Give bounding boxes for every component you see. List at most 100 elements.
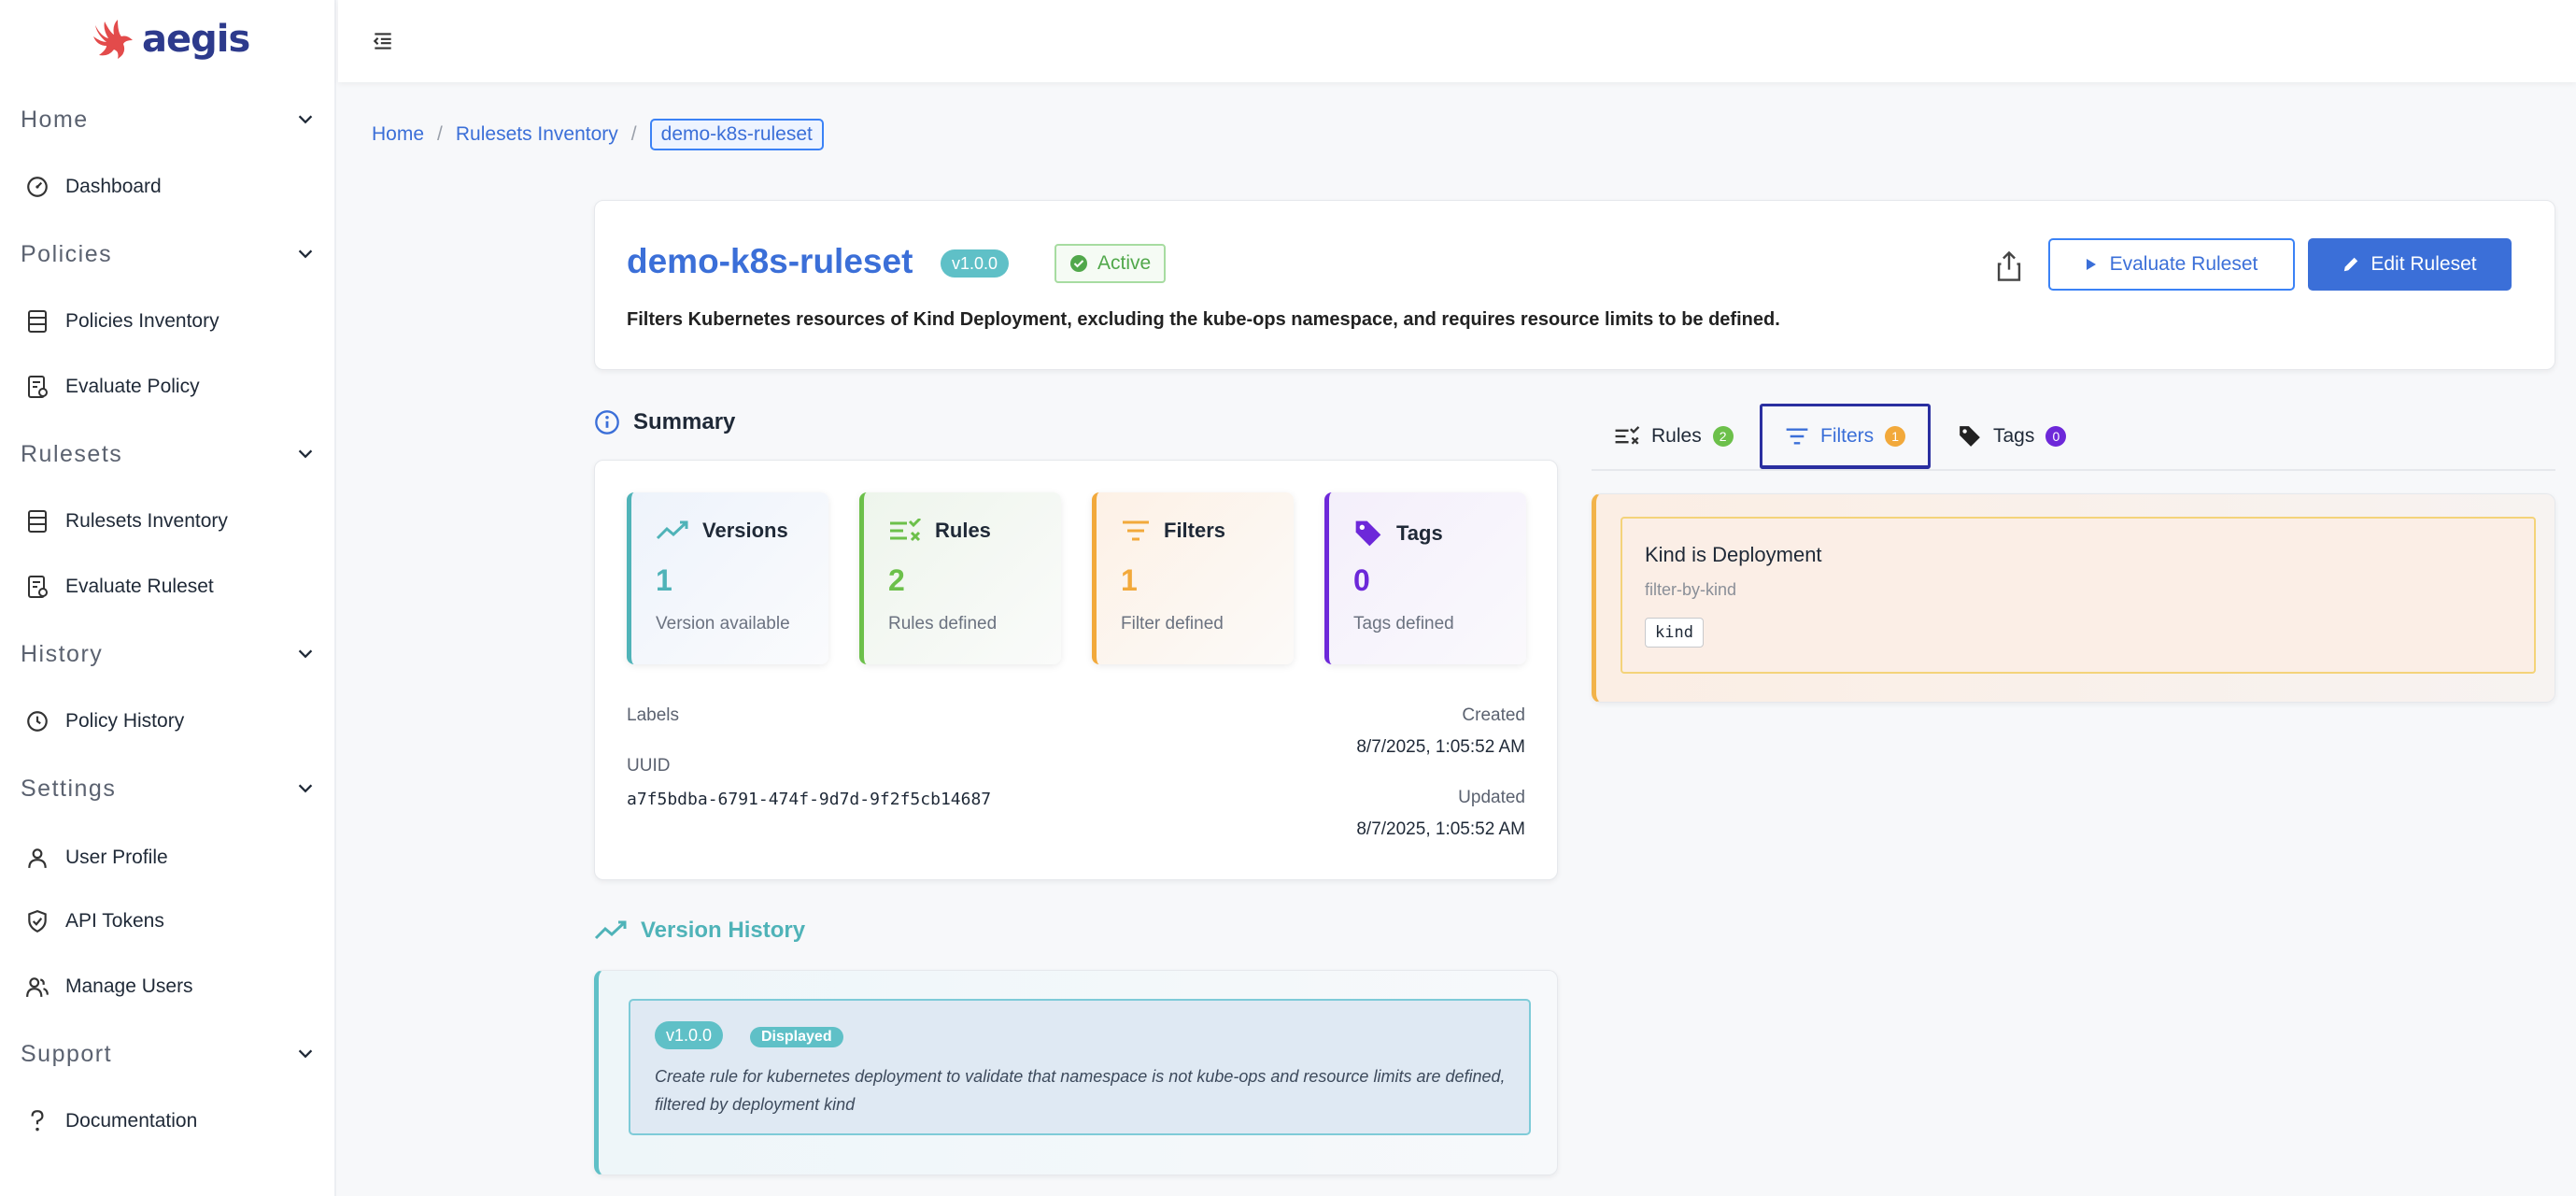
sidebar-item-label: Policy History bbox=[65, 710, 185, 732]
shield-icon bbox=[24, 908, 50, 934]
nav-group-title: Rulesets bbox=[21, 440, 123, 467]
trend-icon bbox=[594, 920, 627, 940]
stat-card-rules: Rules 2 Rules defined bbox=[859, 492, 1061, 664]
stat-header: Versions bbox=[656, 519, 788, 543]
sidebar-item-label: User Profile bbox=[65, 847, 168, 868]
trend-icon bbox=[656, 520, 688, 540]
tab-tags[interactable]: Tags 0 bbox=[1958, 404, 2067, 469]
share-button[interactable] bbox=[1987, 244, 2031, 289]
nav-group-home[interactable]: Home bbox=[0, 93, 336, 146]
stat-subtitle: Filter defined bbox=[1121, 614, 1224, 634]
question-icon bbox=[24, 1108, 50, 1134]
stat-title: Rules bbox=[935, 519, 991, 542]
tab-count-badge: 1 bbox=[1885, 425, 1906, 447]
sidebar-item-label: Manage Users bbox=[65, 975, 193, 997]
stat-title: Versions bbox=[702, 519, 788, 542]
document-check-icon bbox=[24, 574, 50, 600]
sidebar-item-user-profile[interactable]: User Profile bbox=[0, 832, 336, 884]
breadcrumb-rulesets-inventory[interactable]: Rulesets Inventory bbox=[456, 123, 618, 146]
sidebar-item-dashboard[interactable]: Dashboard bbox=[0, 161, 336, 213]
stat-value: 0 bbox=[1353, 563, 1370, 597]
evaluate-ruleset-button[interactable]: Evaluate Ruleset bbox=[2048, 238, 2295, 291]
sidebar-toggle-button[interactable] bbox=[366, 24, 400, 58]
breadcrumb-home[interactable]: Home bbox=[372, 123, 424, 146]
nav-group-policies[interactable]: Policies bbox=[0, 228, 336, 280]
breadcrumb-current: demo-k8s-ruleset bbox=[649, 119, 824, 150]
filter-icon bbox=[1123, 520, 1149, 541]
version-history-card: v1.0.0 Displayed Create rule for kuberne… bbox=[594, 970, 1558, 1175]
tab-count-badge: 0 bbox=[2045, 426, 2067, 447]
sidebar-item-policy-history[interactable]: Policy History bbox=[0, 695, 336, 748]
sidebar-item-documentation[interactable]: Documentation bbox=[0, 1095, 336, 1147]
nav-group-title: Support bbox=[21, 1040, 113, 1067]
filter-name: Kind is Deployment bbox=[1645, 543, 1822, 566]
stat-header: Filters bbox=[1121, 519, 1225, 543]
chevron-down-icon bbox=[298, 115, 313, 124]
evaluate-ruleset-label: Evaluate Ruleset bbox=[2109, 253, 2258, 275]
nav-group-history[interactable]: History bbox=[0, 628, 336, 680]
nav-group-title: Settings bbox=[21, 775, 117, 802]
pencil-icon bbox=[2344, 257, 2358, 272]
history-icon bbox=[24, 708, 50, 734]
rules-icon bbox=[890, 519, 922, 542]
tag-icon bbox=[1355, 520, 1381, 547]
play-icon bbox=[2086, 259, 2096, 270]
sidebar-item-api-tokens[interactable]: API Tokens bbox=[0, 895, 336, 947]
updated-value: 8/7/2025, 1:05:52 AM bbox=[1356, 819, 1525, 839]
version-message: Create rule for kubernetes deployment to… bbox=[655, 1067, 1506, 1114]
list-icon bbox=[24, 508, 50, 534]
stat-title: Filters bbox=[1164, 519, 1226, 542]
sidebar-item-rulesets-inventory[interactable]: Rulesets Inventory bbox=[0, 495, 336, 548]
nav-group-support[interactable]: Support bbox=[0, 1028, 336, 1080]
sidebar-item-label: Evaluate Policy bbox=[65, 376, 200, 397]
edit-ruleset-button[interactable]: Edit Ruleset bbox=[2308, 238, 2512, 291]
sidebar-item-manage-users[interactable]: Manage Users bbox=[0, 961, 336, 1013]
version-history-heading: Version History bbox=[594, 912, 805, 949]
uuid-value: a7f5bdba-6791-474f-9d7d-9f2f5cb14687 bbox=[627, 790, 992, 809]
sidebar-item-label: API Tokens bbox=[65, 910, 164, 932]
sidebar-item-label: Dashboard bbox=[65, 176, 162, 197]
nav-group-title: History bbox=[21, 640, 104, 667]
sidebar-item-evaluate-ruleset[interactable]: Evaluate Ruleset bbox=[0, 561, 336, 613]
updated-label: Updated bbox=[1458, 788, 1525, 807]
nav-group-settings[interactable]: Settings bbox=[0, 762, 336, 815]
document-check-icon bbox=[24, 374, 50, 400]
stat-subtitle: Rules defined bbox=[888, 614, 998, 634]
version-badge: v1.0.0 bbox=[655, 1021, 724, 1049]
summary-card: Versions 1 Version available Rules 2 Rul… bbox=[594, 460, 1558, 880]
breadcrumb: Home / Rulesets Inventory / demo-k8s-rul… bbox=[372, 118, 824, 151]
filter-id: filter-by-kind bbox=[1645, 580, 1737, 599]
stat-header: Tags bbox=[1353, 519, 1443, 548]
nav-group-rulesets[interactable]: Rulesets bbox=[0, 428, 336, 480]
filter-item[interactable]: Kind is Deployment filter-by-kind kind bbox=[1621, 517, 2536, 674]
stat-value: 2 bbox=[888, 563, 905, 597]
phoenix-logo-icon bbox=[93, 20, 133, 59]
info-icon bbox=[595, 410, 619, 434]
tab-label: Tags bbox=[1993, 425, 2035, 447]
ruleset-description: Filters Kubernetes resources of Kind Dep… bbox=[627, 309, 1780, 330]
users-icon bbox=[24, 974, 50, 1000]
sidebar: aegis Home Dashboard Policies Policies I… bbox=[0, 0, 336, 1196]
chevron-down-icon bbox=[298, 1049, 313, 1059]
tab-filters[interactable]: Filters 1 bbox=[1760, 404, 1932, 469]
logo[interactable]: aegis bbox=[90, 13, 250, 65]
sidebar-item-policies-inventory[interactable]: Policies Inventory bbox=[0, 295, 336, 348]
logo-text: aegis bbox=[142, 18, 250, 61]
user-icon bbox=[24, 845, 50, 871]
sidebar-item-evaluate-policy[interactable]: Evaluate Policy bbox=[0, 361, 336, 413]
stat-card-filters: Filters 1 Filter defined bbox=[1092, 492, 1294, 664]
chevron-down-icon bbox=[298, 649, 313, 659]
breadcrumb-separator: / bbox=[437, 123, 443, 145]
uuid-label: UUID bbox=[627, 756, 671, 776]
version-history-title: Version History bbox=[641, 918, 806, 943]
sidebar-item-label: Evaluate Ruleset bbox=[65, 576, 214, 597]
stat-title: Tags bbox=[1396, 521, 1443, 545]
tab-count-badge: 2 bbox=[1712, 426, 1734, 447]
menu-collapse-icon bbox=[373, 33, 391, 50]
version-entry[interactable]: v1.0.0 Displayed Create rule for kuberne… bbox=[629, 999, 1531, 1135]
tag-icon bbox=[1960, 426, 1980, 447]
nav-group-title: Policies bbox=[21, 240, 113, 267]
tab-rules[interactable]: Rules 2 bbox=[1614, 404, 1734, 469]
stat-value: 1 bbox=[1121, 563, 1138, 597]
tab-label: Filters bbox=[1820, 424, 1875, 447]
